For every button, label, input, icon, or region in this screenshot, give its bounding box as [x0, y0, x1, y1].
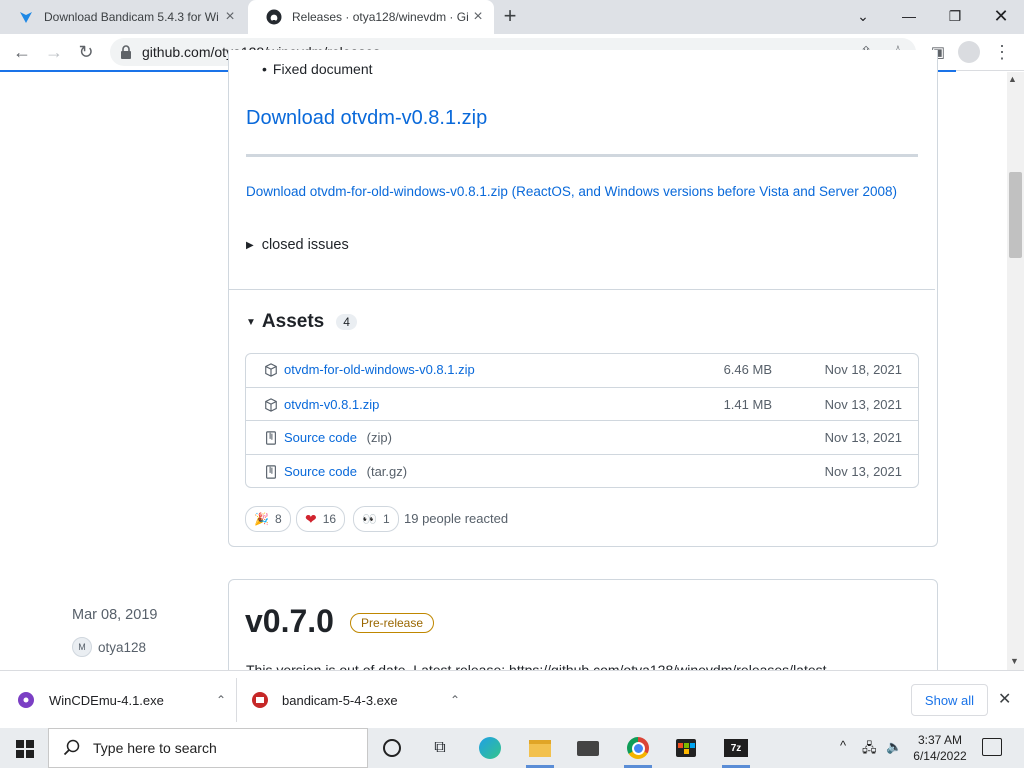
asset-size: 6.46 MB: [723, 362, 772, 377]
bandicam-favicon-icon: [20, 12, 32, 23]
menu-kebab-icon[interactable]: ⋮: [990, 40, 1014, 64]
edge-icon[interactable]: [476, 734, 504, 762]
download-item-wincdemu[interactable]: WinCDEmu-4.1.exe ⌃: [16, 682, 226, 718]
heart-icon: ❤: [305, 510, 317, 527]
profile-avatar-icon[interactable]: [958, 41, 980, 63]
cortana-icon[interactable]: [378, 734, 406, 762]
file-zip-icon: [266, 430, 276, 445]
minimize-icon[interactable]: —: [886, 0, 932, 32]
tab-title: Releases · otya128/winevdm · Git: [292, 10, 468, 24]
reactions-summary: 19 people reacted: [404, 511, 509, 526]
close-window-icon[interactable]: ✕: [978, 0, 1024, 32]
lock-icon[interactable]: [120, 45, 132, 59]
scrollbar-track[interactable]: [1007, 72, 1024, 670]
asset-row[interactable]: otvdm-for-old-windows-v0.8.1.zip 6.46 MB…: [246, 353, 918, 386]
new-tab-icon[interactable]: +: [500, 5, 520, 27]
asset-name[interactable]: otvdm-for-old-windows-v0.8.1.zip: [284, 362, 652, 377]
network-icon[interactable]: 🖧: [862, 739, 877, 761]
asset-suffix: (zip): [366, 430, 392, 445]
assets-toggle[interactable]: ▼ Assets 4: [246, 311, 357, 333]
back-icon[interactable]: ←: [10, 40, 34, 64]
reaction-count: 16: [322, 512, 337, 526]
release-description-clip: This version is out of date. Latest rele…: [246, 662, 906, 670]
package-icon: [265, 397, 277, 412]
closed-issues-toggle[interactable]: ▶ closed issues: [246, 237, 349, 253]
reload-icon[interactable]: ↻: [74, 40, 98, 64]
tab-bandicam[interactable]: Download Bandicam 5.4.3 for Wi ×: [0, 0, 246, 34]
mail-icon[interactable]: [574, 734, 602, 762]
assets-count-badge: 4: [336, 314, 357, 330]
asset-suffix: (tar.gz): [366, 464, 408, 479]
release-version[interactable]: v0.7.0: [245, 603, 334, 640]
bullet: •: [262, 61, 267, 77]
clock-date: 6/14/2022: [913, 749, 967, 763]
asset-date: Nov 18, 2021: [824, 362, 902, 377]
tab-search-icon[interactable]: ⌄: [840, 0, 886, 32]
bandicam-installer-icon: [252, 692, 268, 708]
asset-size: 1.41 MB: [723, 397, 772, 412]
triangle-right-icon: ▶: [246, 239, 254, 251]
avatar: M: [72, 637, 92, 657]
file-explorer-icon[interactable]: [526, 734, 554, 762]
github-favicon-icon: [266, 9, 282, 25]
volume-icon[interactable]: 🔈: [886, 739, 902, 755]
restore-icon[interactable]: ❐: [932, 0, 978, 32]
divider: [236, 678, 237, 722]
chevron-up-icon[interactable]: ⌃: [450, 693, 460, 707]
asset-date: Nov 13, 2021: [824, 430, 902, 445]
store-icon[interactable]: [672, 734, 700, 762]
section-divider: [229, 289, 935, 290]
close-tab-icon[interactable]: ×: [468, 8, 488, 26]
file-zip-icon: [266, 464, 276, 479]
release-date: Mar 08, 2019: [72, 607, 158, 623]
reaction-tada[interactable]: 🎉 8: [245, 506, 291, 532]
prerelease-badge: Pre-release: [350, 613, 435, 633]
close-downloads-icon[interactable]: ✕: [998, 689, 1011, 709]
clock-time: 3:37 AM: [917, 733, 963, 747]
forward-icon[interactable]: →: [42, 40, 66, 64]
tada-icon: 🎉: [254, 512, 269, 526]
asset-row[interactable]: Source code (tar.gz) Nov 13, 2021: [246, 454, 918, 488]
notification-center-icon[interactable]: [982, 738, 1002, 756]
reaction-heart[interactable]: ❤ 16: [296, 506, 346, 532]
download-item-bandicam[interactable]: bandicam-5-4-3.exe ⌃: [250, 682, 460, 718]
chrome-icon[interactable]: [624, 734, 652, 762]
chevron-up-icon[interactable]: ⌃: [216, 693, 226, 707]
tab-github-releases[interactable]: Releases · otya128/winevdm · Git ×: [248, 0, 494, 34]
asset-row[interactable]: otvdm-v0.8.1.zip 1.41 MB Nov 13, 2021: [246, 387, 918, 421]
search-icon: [63, 739, 80, 756]
asset-row[interactable]: Source code (zip) Nov 13, 2021: [246, 420, 918, 454]
disc-installer-icon: [18, 692, 34, 708]
release-notes-partial: • Fixed document: [262, 61, 373, 77]
triangle-down-icon: ▼: [246, 316, 256, 328]
windows-start-icon[interactable]: [16, 740, 34, 758]
release-author[interactable]: M otya128: [72, 637, 146, 657]
asset-date: Nov 13, 2021: [824, 397, 902, 412]
scroll-up-icon[interactable]: ▲: [1008, 74, 1017, 84]
release-description: This version is out of date. Latest rele…: [246, 662, 827, 670]
reaction-eyes[interactable]: 👀 1: [353, 506, 399, 532]
scrollbar-thumb[interactable]: [1009, 172, 1022, 258]
eyes-icon: 👀: [362, 512, 377, 526]
reaction-count: 1: [382, 512, 390, 526]
taskbar-search-box[interactable]: Type here to search: [48, 728, 368, 768]
scroll-down-icon[interactable]: ▼: [1010, 656, 1019, 666]
show-hidden-icons-chevron-icon[interactable]: ^: [840, 738, 846, 753]
package-icon: [265, 362, 277, 377]
tab-title: Download Bandicam 5.4.3 for Wi: [44, 10, 219, 24]
close-tab-icon[interactable]: ×: [220, 8, 240, 26]
heading-divider: [246, 154, 918, 157]
seven-zip-icon[interactable]: 7z: [722, 734, 750, 762]
asset-name[interactable]: Source code (zip): [284, 430, 652, 445]
task-view-icon[interactable]: ⧉: [426, 734, 454, 762]
download-old-windows-link[interactable]: Download otvdm-for-old-windows-v0.8.1.zi…: [246, 183, 918, 201]
assets-title: Assets: [261, 311, 325, 332]
asset-name[interactable]: otvdm-v0.8.1.zip: [284, 397, 652, 412]
show-all-button[interactable]: Show all: [911, 684, 988, 716]
asset-date: Nov 13, 2021: [824, 464, 902, 479]
asset-name[interactable]: Source code (tar.gz): [284, 464, 652, 479]
taskbar-clock[interactable]: 3:37 AM 6/14/2022: [910, 732, 970, 764]
download-zip-link[interactable]: Download otvdm-v0.8.1.zip: [246, 107, 487, 130]
reaction-count: 8: [274, 512, 282, 526]
